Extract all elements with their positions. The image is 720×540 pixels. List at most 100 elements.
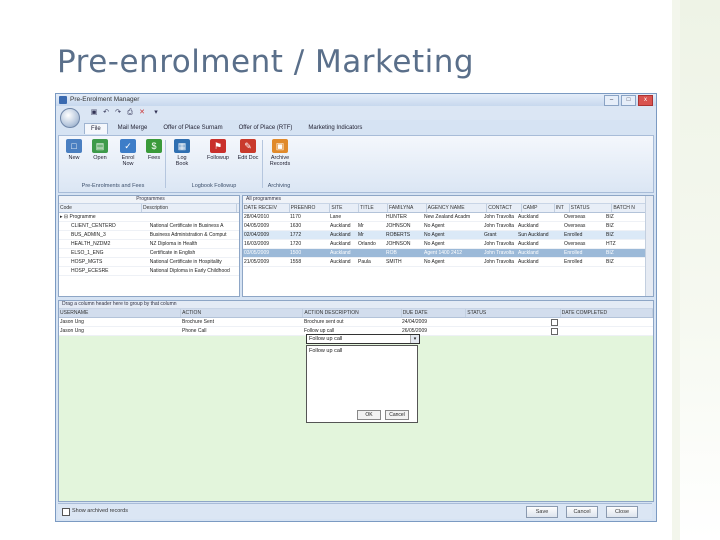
column-header-status[interactable]: STATUS — [466, 309, 561, 317]
chevron-down-icon[interactable]: ▾ — [410, 335, 419, 343]
column-header[interactable]: INT — [555, 204, 570, 212]
table-cell: Overseas — [564, 214, 586, 220]
table-cell: 16/03/2009 — [244, 241, 270, 247]
table-row[interactable]: 03/05/2009 1500 Auckland ROB Agent 1400 2412… — [243, 249, 653, 258]
column-header-action[interactable]: ACTION — [181, 309, 304, 317]
tree-row[interactable]: HOSP_MGTS National Certificate in Hospita… — [59, 258, 239, 267]
status-checkbox[interactable] — [551, 319, 558, 326]
popup-cancel-button[interactable]: Cancel — [385, 410, 409, 420]
new-icon: □ — [66, 139, 82, 153]
maximize-icon[interactable]: □ — [621, 95, 636, 106]
table-cell: 02/04/2009 — [244, 232, 270, 238]
table-row[interactable]: 16/03/2009 1720 Auckland Orlando JOHNSON No A… — [243, 240, 653, 249]
undo-icon[interactable]: ↶ — [102, 109, 110, 117]
table-cell: Auckland — [330, 223, 351, 229]
column-header[interactable]: TITLE — [359, 204, 388, 212]
table-row[interactable]: 21/05/2009 1558 Auckland Paula SMITH No Agent… — [243, 258, 653, 267]
table-row[interactable]: 04/05/2009 1630 Auckland Mr JOHNSON No Agent J… — [243, 222, 653, 231]
save-icon[interactable]: ▣ — [90, 109, 98, 117]
chevron-down-icon[interactable]: ▾ — [152, 109, 160, 117]
application-menu-button[interactable] — [60, 108, 80, 128]
table-cell — [549, 258, 563, 266]
group-label-pre-enrolments: Pre-Enrolments and Fees — [81, 183, 145, 189]
ribbon-group-separator — [262, 140, 263, 188]
table-cell: 04/05/2009 — [244, 223, 270, 229]
new-button[interactable]: □ New — [63, 139, 85, 161]
checkmark-icon: ✓ — [120, 139, 136, 153]
show-archived-checkbox[interactable] — [62, 508, 70, 516]
table-cell: New Zealand Acadm — [424, 214, 471, 220]
column-header[interactable]: SITE — [330, 204, 360, 212]
archive-records-button[interactable]: ▣ Archive Records — [266, 139, 294, 167]
tree-row[interactable]: CLIENT_CENTERD National Certificate in Bu… — [59, 222, 239, 231]
table-cell: Mr — [358, 223, 364, 229]
column-header-date-completed[interactable]: DATE COMPLETED — [561, 309, 653, 317]
window-titlebar: Pre-Enrolment Manager – □ x — [56, 94, 656, 106]
column-header-code[interactable]: Code — [59, 204, 142, 212]
popup-textarea[interactable]: Follow up call — [309, 348, 342, 354]
column-header[interactable]: DATE RECEIV — [243, 204, 290, 212]
table-cell: 1170 — [290, 214, 301, 220]
tree-row[interactable]: HEALTH_NZDM2 NZ Diploma in Health — [59, 240, 239, 249]
save-button[interactable]: Save — [526, 506, 558, 518]
tree-row[interactable]: HOSP_ECESRE National Diploma in Early Chi… — [59, 267, 239, 276]
tree-row[interactable]: ELSO_1_ENG Certificate in English — [59, 249, 239, 258]
column-header-due-date[interactable]: DUE DATE — [402, 309, 467, 317]
description-editor-popup: Follow up call OK Cancel — [306, 345, 418, 423]
redo-icon[interactable]: ↷ — [114, 109, 122, 117]
tree-root-row[interactable]: ▸ ⊟ Programme — [59, 213, 239, 222]
cancel-button[interactable]: Cancel — [566, 506, 598, 518]
close-button[interactable]: Close — [606, 506, 638, 518]
print-icon[interactable]: ⎙ — [126, 109, 134, 117]
column-header[interactable]: CAMP — [522, 204, 555, 212]
tree-cell-code: HOSP_ECESRE — [71, 268, 109, 274]
tab-marketing-indicators[interactable]: Marketing Indicators — [302, 123, 368, 134]
tab-mail-merge[interactable]: Mail Merge — [112, 123, 154, 134]
open-button[interactable]: ▤ Open — [89, 139, 111, 161]
tree-row[interactable]: BUS_ADMIN_3 Business Administration & Com… — [59, 231, 239, 240]
column-header[interactable]: STATUS — [570, 204, 613, 212]
column-header[interactable]: FAMILYNA — [388, 204, 427, 212]
archive-records-label: Archive Records — [269, 155, 291, 167]
column-header-description[interactable]: Description — [142, 204, 237, 212]
edit-doc-button[interactable]: ✎ Edit Doc — [237, 139, 259, 161]
log-book-button[interactable]: ▦ Log Book — [171, 139, 193, 167]
action-description-combo[interactable]: Follow up call ▾ — [306, 334, 420, 344]
close-icon[interactable]: x — [638, 95, 653, 106]
table-row[interactable]: 02/04/2009 1772 Auckland Mr ROBERTS No Agent G… — [243, 231, 653, 240]
minimize-icon[interactable]: – — [604, 95, 619, 106]
fees-button[interactable]: $ Fees — [143, 139, 165, 161]
money-icon: $ — [146, 139, 162, 153]
tab-offer-of-place[interactable]: Offer of Place Surnam — [157, 123, 228, 134]
tree-cell-description: National Certificate in Hospitality — [149, 259, 222, 265]
table-cell: No Agent — [424, 223, 445, 229]
tab-file[interactable]: File — [84, 123, 108, 134]
column-header[interactable]: PREENRO — [290, 204, 331, 212]
column-header-username[interactable]: USERNAME — [59, 309, 182, 317]
table-cell: 1630 — [290, 223, 302, 229]
delete-icon[interactable]: ✕ — [138, 109, 146, 117]
cell-date-completed — [559, 327, 651, 335]
tab-offer-of-place-rtf[interactable]: Offer of Place (RTF) — [233, 123, 299, 134]
table-cell: John Travolta — [484, 250, 515, 256]
fees-button-label: Fees — [147, 155, 161, 161]
followup-button[interactable]: ⚑ Followup — [203, 139, 233, 161]
decorative-side-stripe — [672, 0, 680, 540]
followup-row[interactable]: Jason Ung Brochure Sent Brochure sent ou… — [59, 318, 653, 327]
table-cell: Lane — [330, 214, 342, 220]
column-header[interactable]: AGENCY NAME — [427, 204, 488, 212]
table-cell: Auckland — [518, 214, 539, 220]
table-row[interactable]: 28/04/2010 1170 Lane HUNTER New Zealand Acad… — [243, 213, 653, 222]
table-cell: Auckland — [518, 223, 539, 229]
grid-scrollbar[interactable] — [645, 196, 653, 296]
column-header[interactable]: CONTACT — [487, 204, 522, 212]
column-header-action-description[interactable]: ACTION DESCRIPTION — [303, 309, 402, 317]
status-checkbox[interactable] — [551, 328, 558, 335]
app-window: Pre-Enrolment Manager – □ x ▣ ↶ ↷ ⎙ ✕ ▾ … — [55, 93, 657, 522]
ribbon-panel: □ New ▤ Open ✓ Enrol Now $ Fees ▦ Log Bo… — [58, 135, 654, 193]
tree-root-text: Programme — [69, 214, 96, 220]
enrol-now-button[interactable]: ✓ Enrol Now — [117, 139, 139, 167]
popup-ok-button[interactable]: OK — [357, 410, 381, 420]
table-cell: Auckland — [330, 241, 351, 247]
table-cell: 03/05/2009 — [244, 250, 270, 256]
